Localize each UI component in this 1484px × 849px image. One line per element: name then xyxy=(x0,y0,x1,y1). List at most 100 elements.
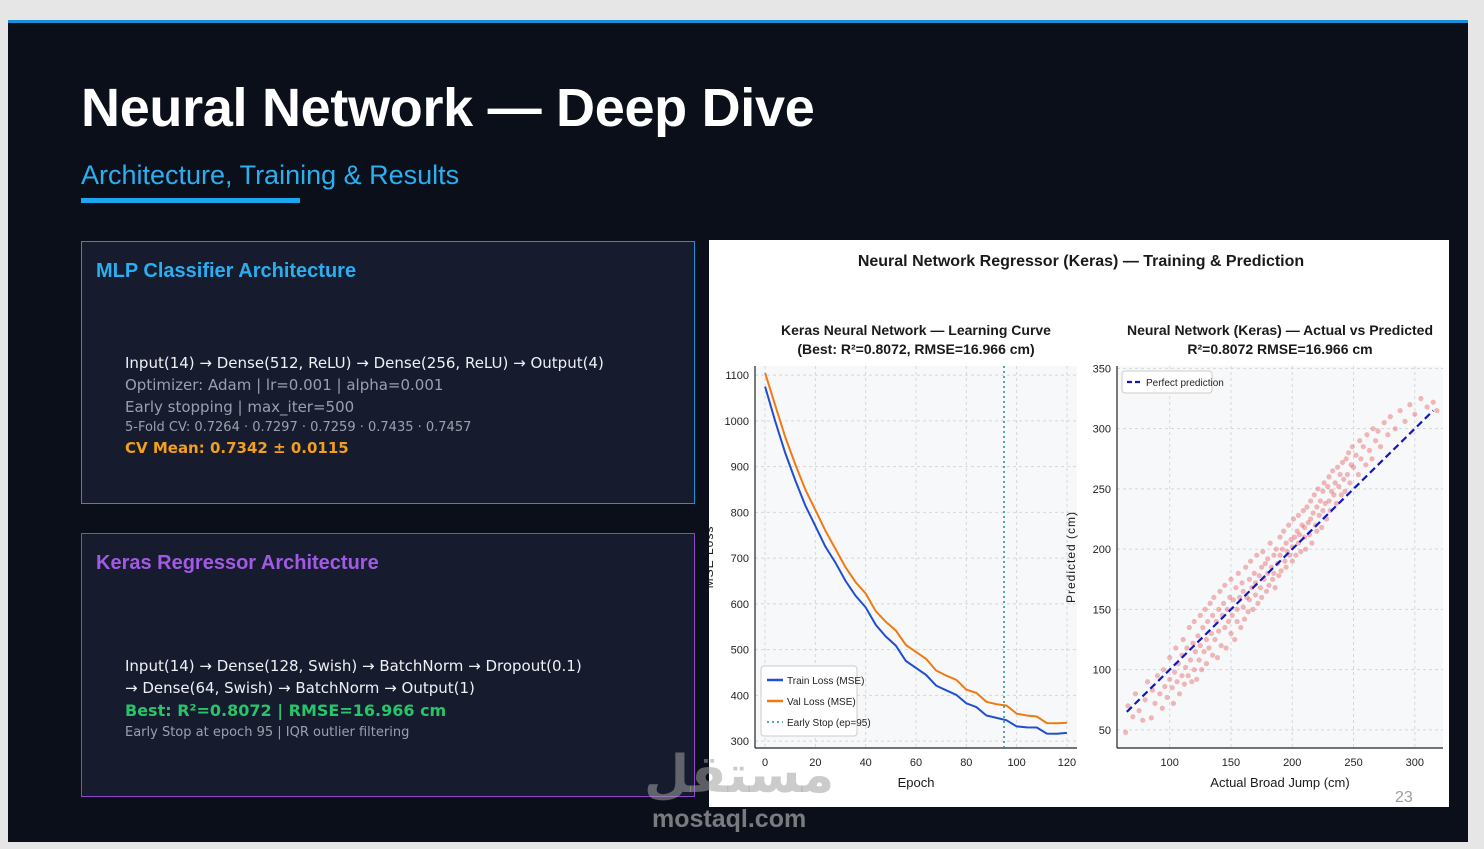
scatter-point xyxy=(1197,612,1203,618)
scatter-point xyxy=(1257,585,1263,591)
scatter-point xyxy=(1355,471,1361,478)
keras-layers-line-2: → Dense(64, Swish) → BatchNorm → Output(… xyxy=(125,679,475,697)
scatter-point xyxy=(1238,624,1244,631)
scatter-point xyxy=(1234,606,1240,612)
subtitle-underline xyxy=(81,198,300,203)
scatter-point xyxy=(1246,597,1252,603)
scatter-point xyxy=(1341,476,1347,482)
scatter-point xyxy=(1154,673,1160,679)
scatter-point xyxy=(1240,604,1246,610)
scatter-point xyxy=(1282,558,1288,564)
scatter-point xyxy=(1203,636,1210,643)
scatter-point xyxy=(1358,456,1364,462)
keras-best-metrics-line: Best: R²=0.8072 | RMSE=16.966 cm xyxy=(125,701,447,720)
scatter-point xyxy=(1385,432,1391,438)
scatter-point xyxy=(1157,691,1163,697)
scatter-point xyxy=(1189,679,1195,685)
mlp-card-heading: MLP Classifier Architecture xyxy=(96,260,357,282)
scatter-point xyxy=(1229,612,1235,618)
learning-curve-x-axis-label: Epoch xyxy=(898,775,935,790)
scatter-point xyxy=(1240,588,1246,594)
scatter-point xyxy=(1392,426,1398,432)
scatter-point xyxy=(1418,395,1424,402)
scatter-point xyxy=(1251,570,1257,576)
scatter-point xyxy=(1145,679,1151,685)
scatter-point xyxy=(1252,592,1259,598)
learning-curve-y-tick-label: 1100 xyxy=(725,370,749,382)
scatter-point xyxy=(1271,570,1277,576)
scatter-point xyxy=(1430,399,1436,405)
scatter-point xyxy=(1148,715,1154,721)
scatter-point xyxy=(1347,480,1353,486)
scatter-point xyxy=(1255,600,1261,606)
legend-label: Train Loss (MSE) xyxy=(787,676,864,687)
scatter-y-tick-label: 100 xyxy=(1093,665,1111,677)
scatter-point xyxy=(1197,643,1203,649)
scatter-point xyxy=(1152,700,1158,706)
scatter-point xyxy=(1283,540,1289,546)
scatter-point xyxy=(1223,645,1229,651)
scatter-point xyxy=(1130,714,1136,720)
scatter-point xyxy=(1273,546,1279,552)
scatter-point xyxy=(1381,420,1387,426)
scatter-point xyxy=(1277,534,1283,540)
scatter-point xyxy=(1319,524,1325,531)
mlp-cv-mean-line: CV Mean: 0.7342 ± 0.0115 xyxy=(125,439,349,457)
scatter-point xyxy=(1243,564,1249,570)
scatter-point xyxy=(1267,540,1273,546)
watermark-arabic: مستقل xyxy=(644,745,835,805)
scatter-point xyxy=(1353,452,1359,458)
scatter-y-tick-label: 350 xyxy=(1093,363,1111,375)
page-number: 23 xyxy=(1395,789,1413,806)
scatter-y-tick-label: 300 xyxy=(1093,424,1111,436)
scatter-point xyxy=(1173,645,1179,651)
scatter-point xyxy=(1370,426,1376,432)
scatter-point xyxy=(1174,679,1180,685)
scatter-point xyxy=(1325,483,1331,490)
scatter-point xyxy=(1277,552,1283,558)
keras-card-heading: Keras Regressor Architecture xyxy=(96,552,379,574)
learning-curve-x-tick-label: 60 xyxy=(910,757,922,769)
scatter-point xyxy=(1326,498,1332,504)
mlp-layers-line: Input(14) → Dense(512, ReLU) → Dense(256… xyxy=(125,354,604,372)
scatter-point xyxy=(1194,676,1200,682)
scatter-point xyxy=(1309,540,1315,546)
scatter-point xyxy=(1180,636,1186,643)
scatter-point xyxy=(1424,404,1430,410)
scatter-point xyxy=(1366,447,1373,453)
scatter-point xyxy=(1167,655,1173,661)
scatter-point xyxy=(1167,676,1173,682)
scatter-point xyxy=(1363,462,1369,468)
keras-architecture-card: Keras Regressor Architecture Input(14) →… xyxy=(81,533,695,797)
scatter-point xyxy=(1195,633,1201,639)
scatter-point xyxy=(1186,624,1192,631)
scatter-point xyxy=(1228,630,1234,637)
scatter-point xyxy=(1207,600,1213,606)
learning-curve-subtitle: (Best: R²=0.8072, RMSE=16.966 cm) xyxy=(797,341,1034,357)
scatter-point xyxy=(1271,552,1277,558)
learning-curve-y-tick-label: 900 xyxy=(731,462,749,474)
scatter-point xyxy=(1222,582,1228,588)
scatter-point xyxy=(1228,576,1234,582)
scatter-point xyxy=(1377,444,1384,450)
scatter-point xyxy=(1373,438,1379,444)
scatter-point xyxy=(1222,624,1228,631)
scatter-point xyxy=(1266,582,1272,588)
learning-curve-x-tick-label: 100 xyxy=(1007,757,1025,769)
scatter-point xyxy=(1369,456,1375,462)
scatter-point xyxy=(1295,512,1301,518)
scatter-point xyxy=(1262,561,1268,567)
scatter-point xyxy=(1357,438,1363,444)
scatter-y-axis-label: Predicted (cm) xyxy=(1064,511,1078,603)
scatter-point xyxy=(1349,444,1355,450)
scatter-point xyxy=(1142,697,1148,703)
scatter-x-tick-label: 150 xyxy=(1222,757,1240,769)
scatter-point xyxy=(1216,606,1222,612)
scatter-point xyxy=(1308,516,1314,522)
learning-curve-y-tick-label: 400 xyxy=(731,690,749,702)
scatter-point xyxy=(1387,414,1393,420)
scatter-point xyxy=(1279,546,1286,552)
scatter-point xyxy=(1311,492,1317,498)
scatter-point xyxy=(1314,504,1320,510)
scatter-point xyxy=(1434,408,1440,414)
